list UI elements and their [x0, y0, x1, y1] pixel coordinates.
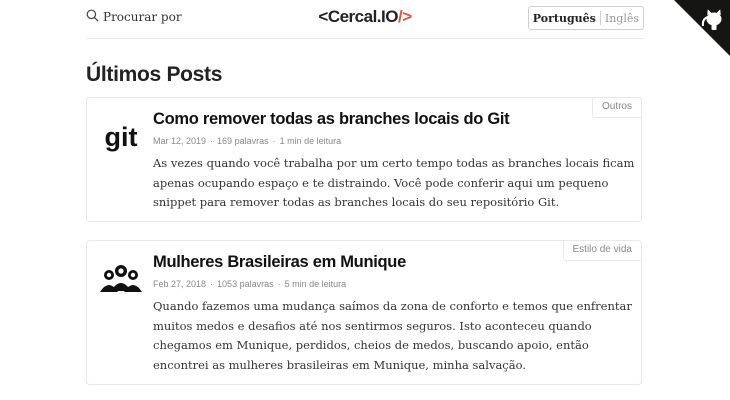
post-excerpt: Quando fazemos uma mudança saímos da zon…	[153, 299, 632, 372]
post-word-count: 169 palavras	[217, 136, 269, 146]
site-logo[interactable]: <Cercal.IO/>	[318, 7, 412, 27]
logo-name: Cercal.IO	[327, 7, 399, 26]
post-word-count: 1053 palavras	[217, 279, 274, 289]
language-english[interactable]: Inglês	[605, 12, 639, 25]
post-category-tag[interactable]: Estilo de vida	[562, 241, 641, 261]
language-switcher: Português Inglês	[527, 6, 644, 30]
post-title-link[interactable]: Mulheres Brasileiras em Munique	[153, 253, 406, 272]
post-title-link[interactable]: Como remover todas as branches locais do…	[153, 110, 510, 129]
post-excerpt: As vezes quando você trabalha por um cer…	[153, 156, 635, 209]
section-title: Últimos Posts	[86, 63, 223, 86]
post-date: Feb 27, 2018	[153, 279, 207, 289]
git-logo-text: git	[105, 122, 138, 152]
post-category-tag[interactable]: Outros	[591, 98, 641, 118]
logo-close-bracket: />	[397, 7, 412, 26]
language-divider	[599, 11, 601, 25]
language-portuguese[interactable]: Português	[533, 12, 596, 25]
women-group-icon	[100, 265, 142, 292]
top-bar: Procurar por <Cercal.IO/> Português Ingl…	[86, 0, 644, 39]
github-corner-link[interactable]	[674, 0, 730, 56]
post-card[interactable]: Outros git Como remover todas as branche…	[86, 97, 642, 222]
post-meta: Mar 12, 2019 · 169 palavras · 1 min de leitu…	[153, 136, 342, 146]
post-card[interactable]: Estilo de vida Mulheres Brasileiras em M…	[86, 240, 642, 385]
git-logo: git	[105, 122, 138, 152]
search-button[interactable]: Procurar por	[86, 9, 182, 25]
post-reading-time: 5 min de leitura	[284, 279, 347, 289]
post-reading-time: 1 min de leitura	[279, 136, 342, 146]
post-meta: Feb 27, 2018 · 1053 palavras · 5 min de leit…	[153, 279, 347, 289]
post-date: Mar 12, 2019	[153, 136, 207, 146]
search-label: Procurar por	[103, 10, 182, 24]
github-octocat-icon	[674, 0, 730, 56]
search-icon	[86, 9, 99, 25]
